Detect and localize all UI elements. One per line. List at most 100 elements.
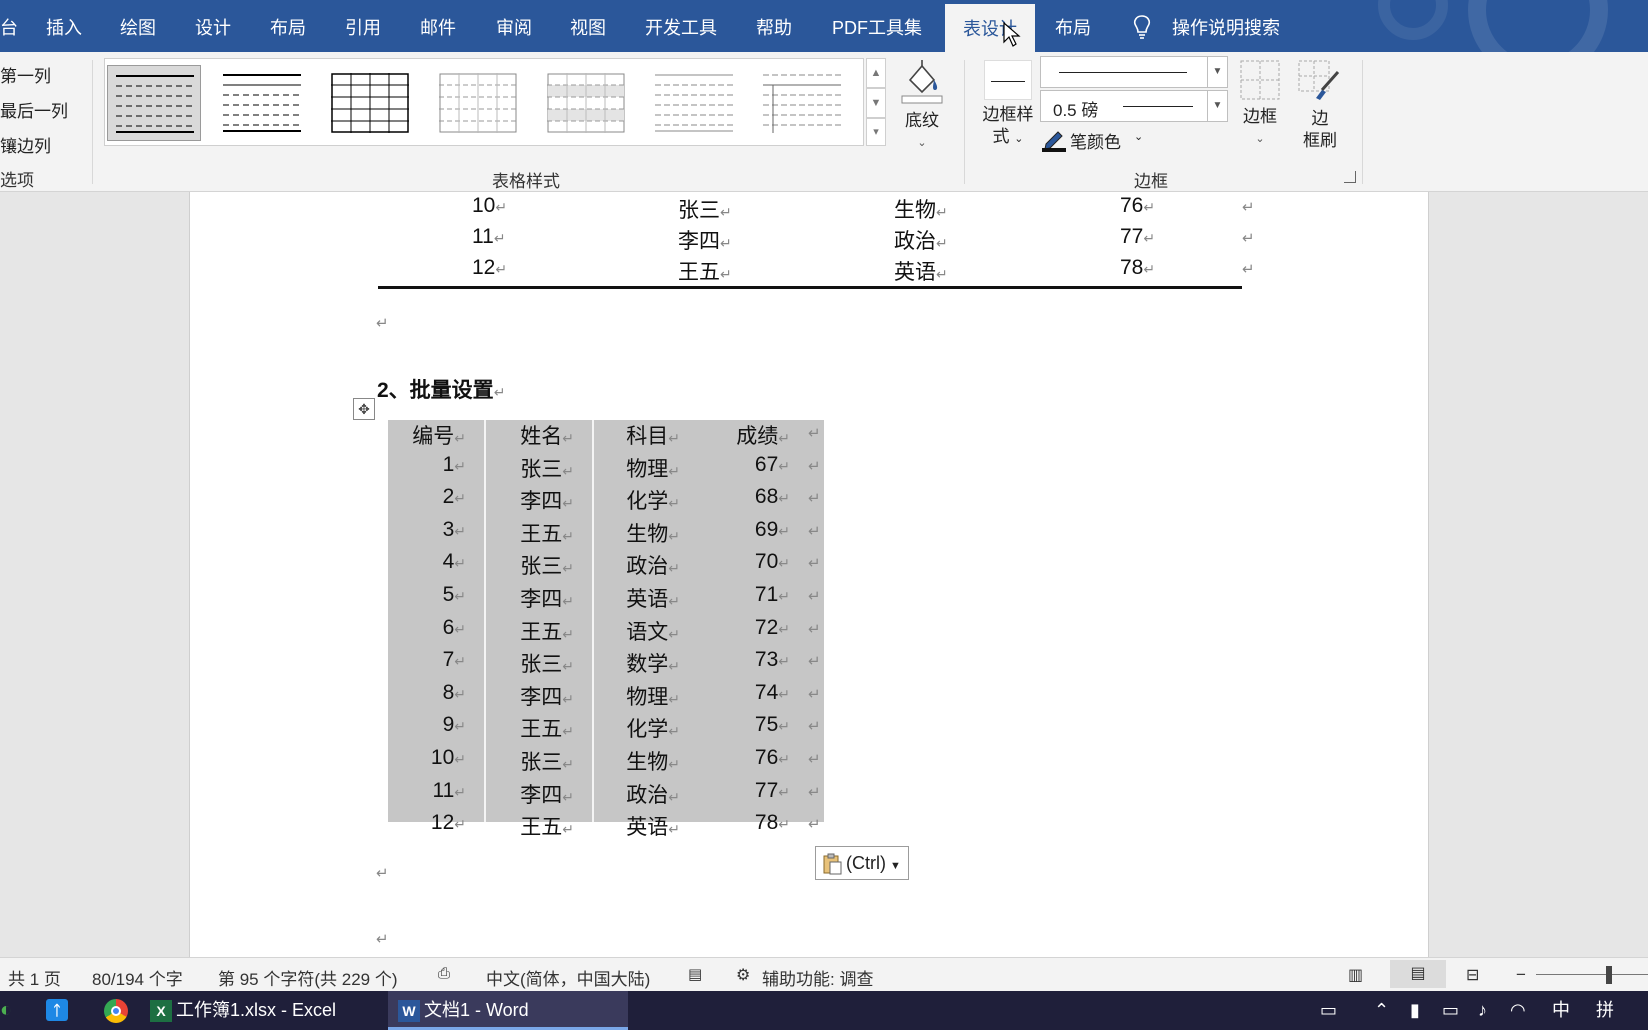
table-cell[interactable]: 10↵ [431,746,466,770]
border-painter-button[interactable]: 边 框刷 [1294,60,1346,160]
tab-mailings[interactable]: 邮件 [420,0,456,52]
zoom-slider-thumb[interactable] [1606,966,1612,984]
table-cell[interactable]: 张三↵ [520,550,574,580]
table-cell[interactable]: 6↵ [443,616,466,640]
status-word-count[interactable]: 80/194 个字 [92,965,183,990]
tab-partial[interactable]: 台 [0,0,18,52]
table-cell[interactable]: 12↵ [472,256,507,280]
table-cell[interactable]: 李四↵ [678,225,732,255]
table-cell[interactable]: 1↵ [443,453,466,477]
table-cell[interactable]: 李四↵ [520,485,574,515]
microphone-icon[interactable]: ▮ [1410,991,1420,1030]
table-style-grid[interactable] [323,65,417,141]
table-cell[interactable]: 3↵ [443,518,466,542]
border-styles-button[interactable]: 边框样 式 ⌄ [980,60,1036,170]
table-cell[interactable]: 69↵ [755,518,790,542]
shading-button[interactable]: 底纹 ⌄ [896,58,948,150]
tab-layout[interactable]: 布局 [270,0,306,52]
table-style-shaded[interactable] [539,65,633,141]
table-style-light-grid[interactable] [431,65,525,141]
table-cell[interactable]: 王五↵ [678,256,732,286]
tab-insert[interactable]: 插入 [46,0,82,52]
table-cell[interactable]: 王五↵ [520,811,574,841]
table-cell[interactable]: 生物↵ [894,194,948,224]
table-cell[interactable]: 8↵ [443,681,466,705]
table-cell[interactable]: 生物↵ [626,518,680,548]
table-cell[interactable]: 75↵ [755,713,790,737]
gallery-scroll-down[interactable]: ▼ [866,88,886,118]
chevron-up-icon[interactable]: ⌃ [1374,991,1389,1030]
table-header-cell[interactable]: 科目↵ [626,420,680,450]
paste-options-button[interactable]: (Ctrl) ▼ [815,846,909,880]
status-page-count[interactable]: 共 1 页 [8,965,61,990]
table-header-cell[interactable]: 成绩↵ [736,420,790,450]
tab-view[interactable]: 视图 [570,0,606,52]
ime-language[interactable]: 中 [1552,991,1570,1030]
table-cell[interactable]: 化学↵ [626,713,680,743]
table-cell[interactable]: 73↵ [755,648,790,672]
app-partial-icon[interactable]: ◐ [0,991,18,1030]
table-cell[interactable]: 李四↵ [520,583,574,613]
table-style-banded-rows[interactable] [647,65,741,141]
read-mode-icon[interactable]: ▥ [1348,965,1363,985]
table-cell[interactable]: 张三↵ [520,746,574,776]
status-accessibility[interactable]: 辅助功能: 调查 [762,965,873,990]
tab-design[interactable]: 设计 [195,0,231,52]
table-cell[interactable]: 78↵ [1120,256,1155,280]
table-cell[interactable]: 李四↵ [520,681,574,711]
wifi-icon[interactable]: ◠ [1510,991,1526,1030]
table-cell[interactable]: 物理↵ [626,681,680,711]
status-language[interactable]: 中文(简体，中国大陆) [486,965,650,990]
table-cell[interactable]: 王五↵ [520,713,574,743]
gallery-scroll-up[interactable]: ▲ [866,58,886,88]
table-cell[interactable]: 11↵ [472,225,506,249]
web-layout-icon[interactable]: ⊟ [1466,965,1479,985]
tab-review[interactable]: 审阅 [496,0,532,52]
table-cell[interactable]: 7↵ [443,648,466,672]
table-cell[interactable]: 67↵ [755,453,790,477]
zoom-slider[interactable] [1536,974,1648,975]
tab-help[interactable]: 帮助 [756,0,792,52]
tab-table-design[interactable]: 表设计 [945,4,1035,52]
table-cell[interactable]: 9↵ [443,713,466,737]
tab-references[interactable]: 引用 [345,0,381,52]
table-cell[interactable]: 张三↵ [520,453,574,483]
table-cell[interactable]: 78↵ [755,811,790,835]
table-cell[interactable]: 74↵ [755,681,790,705]
track-changes-icon[interactable]: ▤ [688,965,702,983]
table-cell[interactable]: 4↵ [443,550,466,574]
line-weight-combo[interactable]: 0.5 磅 ▼ [1040,90,1228,122]
table-cell[interactable]: 王五↵ [520,616,574,646]
table-cell[interactable]: 英语↵ [626,583,680,613]
status-char-count[interactable]: 第 95 个字符(共 229 个) [218,965,398,990]
pen-color-button[interactable]: 笔颜色 ⌄ [1042,128,1152,154]
chrome-icon[interactable] [104,991,130,1030]
table-cell[interactable]: 李四↵ [520,779,574,809]
table-cell[interactable]: 张三↵ [520,648,574,678]
table-cell[interactable]: 70↵ [755,550,790,574]
table-cell[interactable]: 生物↵ [626,746,680,776]
table-cell[interactable]: 77↵ [755,779,790,803]
table-cell[interactable]: 68↵ [755,485,790,509]
volume-icon[interactable]: ♪ [1478,991,1487,1030]
table-style-plain-1[interactable] [107,65,201,141]
chevron-down-icon[interactable]: ▼ [1207,91,1227,121]
table-cell[interactable]: 物理↵ [626,453,680,483]
table-cell[interactable]: 语文↵ [626,616,680,646]
table-header-cell[interactable]: 编号↵ [412,420,466,450]
table-cell[interactable]: 5↵ [443,583,466,607]
table-move-handle-icon[interactable]: ✥ [353,398,375,420]
table-cell[interactable]: 2↵ [443,485,466,509]
table-cell[interactable]: 张三↵ [678,194,732,224]
borders-button[interactable]: 边框 ⌄ [1234,60,1286,160]
table-cell[interactable]: 政治↵ [626,779,680,809]
table-cell[interactable]: 76↵ [1120,194,1155,218]
pinned-app-icon[interactable]: ᛏ [46,991,70,1030]
tab-developer[interactable]: 开发工具 [645,0,717,52]
zoom-out-icon[interactable]: − [1516,965,1526,985]
option-first-column[interactable]: 第一列 [0,62,51,87]
option-last-column[interactable]: 最后一列 [0,97,68,122]
table-cell[interactable]: 12↵ [431,811,466,835]
tab-draw[interactable]: 绘图 [120,0,156,52]
table-cell[interactable]: 72↵ [755,616,790,640]
